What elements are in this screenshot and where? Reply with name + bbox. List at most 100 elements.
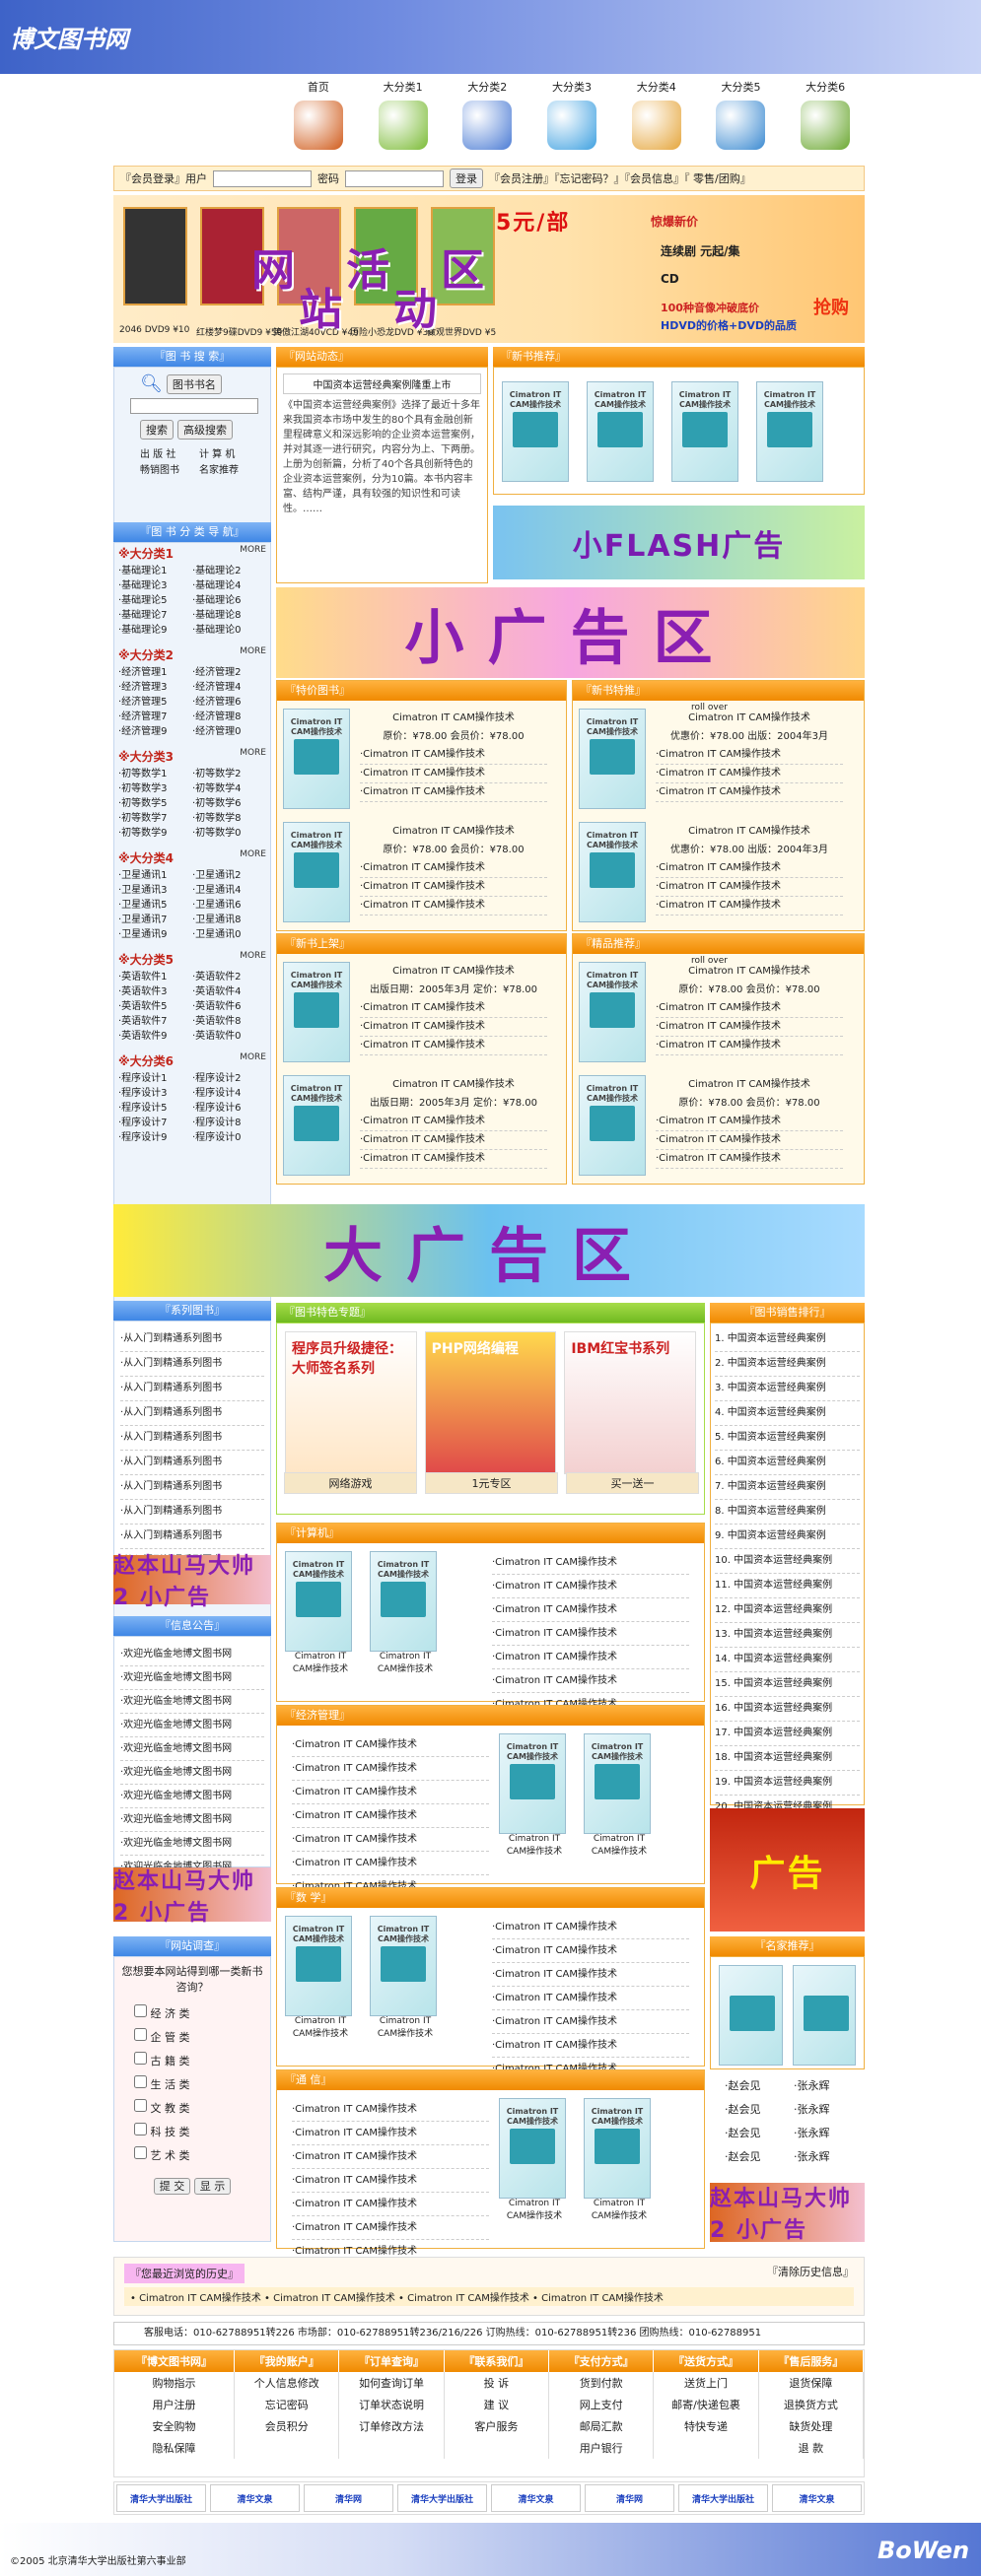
newrec-book[interactable]: Cimatron IT CAM操作技术 (587, 381, 654, 482)
promo-banner[interactable]: 西片5元/部 惊爆新价 连续剧 元起/集 CD 100种音像冲破底价 HDVD的… (113, 195, 865, 343)
username-input[interactable] (213, 169, 312, 187)
newrec-book[interactable]: Cimatron IT CAM操作技术 (502, 381, 569, 482)
category-item[interactable]: ·英语软件2 (192, 970, 266, 984)
more-link[interactable]: MORE (240, 951, 266, 968)
book-item[interactable]: Cimatron IT CAM操作技术 Cimatron IT CAM操作技术 优惠… (573, 701, 864, 814)
category-list-item[interactable]: ·Cimatron IT CAM操作技术 (492, 1622, 689, 1646)
category-item[interactable]: ·程序设计7 (118, 1116, 192, 1130)
rank-item[interactable]: 14. 中国资本运营经典案例 (715, 1648, 860, 1672)
book-link[interactable]: ·Cimatron IT CAM操作技术 (656, 783, 843, 802)
category-item[interactable]: ·程序设计0 (192, 1130, 266, 1145)
category-item[interactable]: ·经济管理0 (192, 724, 266, 739)
category-item[interactable]: ·基础理论0 (192, 623, 266, 638)
category-item[interactable]: ·经济管理4 (192, 680, 266, 695)
category-title[interactable]: ※大分类2 MORE (114, 644, 270, 665)
book-link[interactable]: ·Cimatron IT CAM操作技术 (360, 783, 547, 802)
footer-link[interactable]: 如何查询订单 (338, 2372, 445, 2394)
footer-link[interactable]: 购物指示 (114, 2372, 236, 2394)
link-publisher[interactable]: 出 版 社 (140, 447, 199, 463)
site-logo[interactable]: 博文图书网 (10, 20, 128, 54)
book-name[interactable]: Cimatron IT CAM操作技术 (656, 1075, 843, 1094)
category-book-title[interactable]: Cimatron IT CAM操作技术 (584, 2199, 655, 2221)
special-tab[interactable]: 买一送一 (566, 1472, 699, 1494)
category-title[interactable]: ※大分类1 MORE (114, 543, 270, 564)
category-list-item[interactable]: ·Cimatron IT CAM操作技术 (492, 1987, 689, 2010)
author-name[interactable]: ·张永辉 (794, 2074, 863, 2098)
rank-item[interactable]: 5. 中国资本运营经典案例 (715, 1426, 860, 1451)
notice-item[interactable]: ·欢迎光临金地博文图书网 (120, 1690, 264, 1714)
partner-logo[interactable]: 清华文泉 (210, 2484, 300, 2512)
book-link[interactable]: ·Cimatron IT CAM操作技术 (360, 859, 547, 878)
right-ad[interactable]: 广告 (710, 1808, 865, 1932)
category-book[interactable]: Cimatron IT CAM操作技术 Cimatron IT CAM操作技术 (285, 1551, 356, 1717)
survey-option[interactable]: 文 教 类 (134, 2097, 264, 2121)
more-link[interactable]: MORE (240, 646, 266, 663)
nav-item-0[interactable]: 首页 (276, 79, 361, 166)
category-item[interactable]: ·经济管理1 (118, 665, 192, 680)
rank-item[interactable]: 9. 中国资本运营经典案例 (715, 1525, 860, 1549)
more-link[interactable]: MORE (240, 545, 266, 562)
login-links[interactable]: 『会员注册』『忘记密码？』『会员信息』『 零售/团购』 (489, 170, 751, 186)
category-item[interactable]: ·初等数学1 (118, 767, 192, 781)
search-button[interactable]: 搜索 (140, 420, 174, 440)
survey-option[interactable]: 科 技 类 (134, 2121, 264, 2144)
book-item[interactable]: Cimatron IT CAM操作技术 Cimatron IT CAM操作技术 原价… (573, 954, 864, 1067)
survey-option[interactable]: 生 活 类 (134, 2073, 264, 2097)
book-link[interactable]: ·Cimatron IT CAM操作技术 (360, 1150, 547, 1169)
series-item[interactable]: ·从入门到精通系列图书 (120, 1327, 264, 1352)
book-link[interactable]: ·Cimatron IT CAM操作技术 (656, 859, 843, 878)
footer-link[interactable]: 邮寄/快递包裹 (653, 2394, 759, 2415)
category-item[interactable]: ·基础理论4 (192, 578, 266, 593)
category-item[interactable]: ·卫星通讯5 (118, 898, 192, 913)
category-list-item[interactable]: ·Cimatron IT CAM操作技术 (492, 1669, 689, 1693)
category-item[interactable]: ·初等数学7 (118, 811, 192, 826)
book-cover[interactable]: Cimatron IT CAM操作技术 (283, 1075, 350, 1176)
notice-item[interactable]: ·欢迎光临金地博文图书网 (120, 1714, 264, 1737)
category-item[interactable]: ·卫星通讯3 (118, 883, 192, 898)
author-name[interactable]: ·赵会见 (725, 2145, 794, 2169)
book-link[interactable]: ·Cimatron IT CAM操作技术 (360, 999, 547, 1018)
book-link[interactable]: ·Cimatron IT CAM操作技术 (656, 1113, 843, 1131)
footer-link[interactable]: 网上支付 (548, 2394, 655, 2415)
footer-link[interactable]: 安全购物 (114, 2415, 236, 2437)
author-book-2[interactable] (792, 1965, 856, 2066)
footer-link[interactable] (444, 2437, 550, 2459)
history-clear[interactable]: 『清除历史信息』 (767, 2264, 854, 2279)
login-button[interactable]: 登录 (450, 169, 483, 188)
category-item[interactable]: ·程序设计5 (118, 1101, 192, 1116)
category-list-item[interactable]: ·Cimatron IT CAM操作技术 (292, 2216, 489, 2240)
search-input[interactable] (130, 398, 258, 414)
category-list-item[interactable]: ·Cimatron IT CAM操作技术 (492, 1646, 689, 1669)
category-list-item[interactable]: ·Cimatron IT CAM操作技术 (492, 1598, 689, 1622)
category-list-item[interactable]: ·Cimatron IT CAM操作技术 (292, 2122, 489, 2145)
special-tab[interactable]: 网络游戏 (284, 1472, 417, 1494)
category-list-item[interactable]: ·Cimatron IT CAM操作技术 (292, 1733, 489, 1757)
book-cover[interactable]: Cimatron IT CAM操作技术 (283, 822, 350, 922)
category-item[interactable]: ·初等数学9 (118, 826, 192, 841)
book-item[interactable]: Cimatron IT CAM操作技术 Cimatron IT CAM操作技术 原价… (573, 1067, 864, 1181)
banner-cover[interactable] (123, 207, 187, 305)
book-link[interactable]: ·Cimatron IT CAM操作技术 (656, 746, 843, 765)
rank-item[interactable]: 8. 中国资本运营经典案例 (715, 1500, 860, 1525)
category-book[interactable]: Cimatron IT CAM操作技术 Cimatron IT CAM操作技术 (584, 1733, 655, 1899)
rank-item[interactable]: 6. 中国资本运营经典案例 (715, 1451, 860, 1475)
footer-link[interactable]: 订单修改方法 (338, 2415, 445, 2437)
footer-link[interactable]: 货到付款 (548, 2372, 655, 2394)
category-item[interactable]: ·经济管理6 (192, 695, 266, 710)
book-link[interactable]: ·Cimatron IT CAM操作技术 (360, 1018, 547, 1037)
book-link[interactable]: ·Cimatron IT CAM操作技术 (360, 1037, 547, 1055)
rank-item[interactable]: 1. 中国资本运营经典案例 (715, 1327, 860, 1352)
small-ad-left-1[interactable]: 赵本山马大帅2 小广告 (113, 1554, 271, 1610)
category-book[interactable]: Cimatron IT CAM操作技术 Cimatron IT CAM操作技术 (370, 1916, 441, 2081)
link-famous[interactable]: 名家推荐 (199, 463, 258, 479)
series-item[interactable]: ·从入门到精通系列图书 (120, 1426, 264, 1451)
category-item[interactable]: ·卫星通讯7 (118, 913, 192, 927)
category-list-item[interactable]: ·Cimatron IT CAM操作技术 (492, 1916, 689, 1939)
special-card-3[interactable]: IBM红宝书系列 (564, 1331, 697, 1474)
survey-show[interactable]: 显 示 (193, 2178, 232, 2195)
category-item[interactable]: ·卫星通讯8 (192, 913, 266, 927)
book-cover[interactable]: Cimatron IT CAM操作技术 (499, 1733, 566, 1834)
book-link[interactable]: ·Cimatron IT CAM操作技术 (656, 897, 843, 915)
middle-ad[interactable]: 小广告区 (276, 587, 865, 678)
news-headline[interactable]: 中国资本运营经典案例隆重上市 (283, 373, 481, 394)
